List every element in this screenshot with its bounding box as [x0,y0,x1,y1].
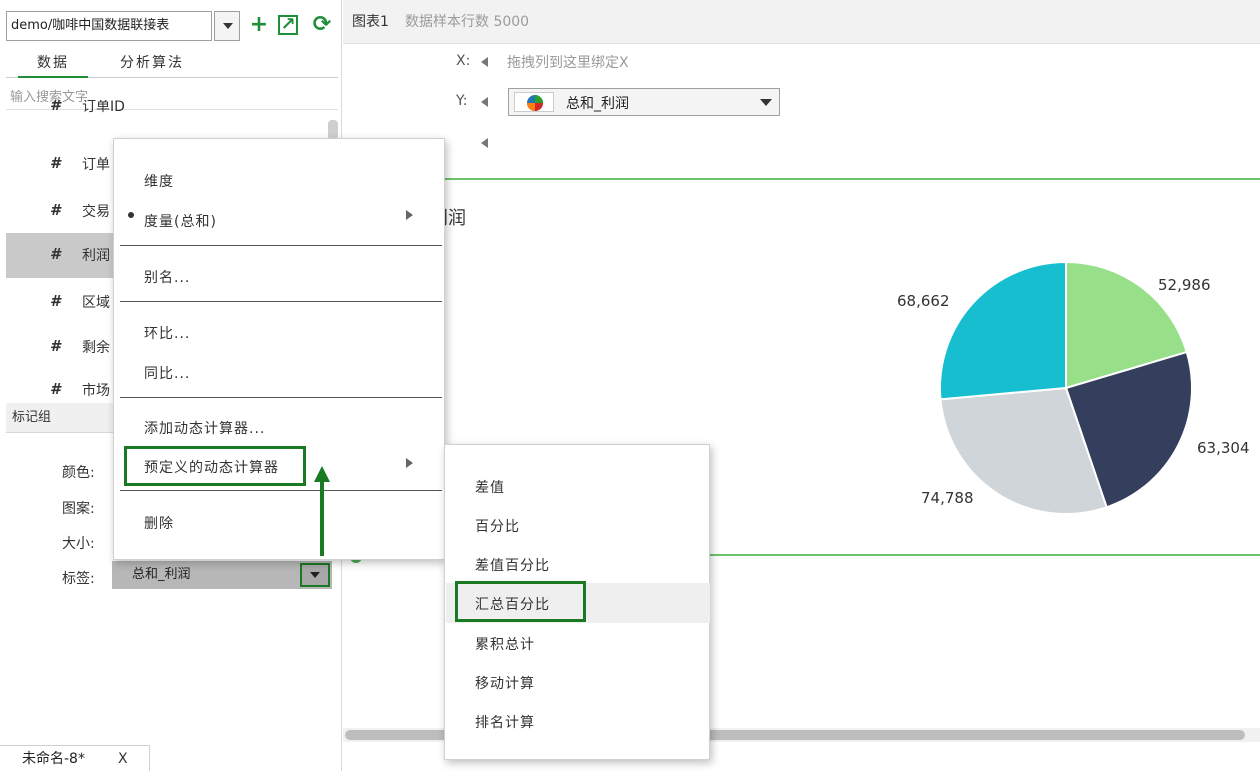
measure-icon: # [50,337,61,355]
close-icon[interactable]: X [118,746,128,771]
measure-icon: # [50,100,61,114]
pie-label: 63,304 [1197,439,1250,457]
submenu-item-diff-percent[interactable]: 差值百分比 [475,555,550,575]
label-dropdown-arrow[interactable] [300,563,330,587]
menu-item-yoy[interactable]: 同比... [144,363,190,383]
menu-item-alias[interactable]: 别名... [144,267,190,287]
datasource-dropdown-arrow[interactable] [214,11,240,41]
menu-separator [120,245,442,246]
chart-frame-top [343,178,1260,180]
selected-dot-icon [128,212,134,218]
pie-chart-icon [514,92,554,112]
tab-worksheet[interactable]: 未命名-8* X [0,745,150,771]
annotation-arrow [320,480,324,556]
highlight-box [455,581,586,622]
x-collapse-icon[interactable] [481,57,488,67]
field-list-scrollbar[interactable] [328,120,338,140]
tab-worksheet-label: 未命名-8* [22,751,85,767]
row3-collapse-icon[interactable] [481,138,488,148]
arrow-up-icon [314,466,330,482]
menu-item-measure[interactable]: 度量(总和) [144,211,217,231]
add-icon[interactable]: + [246,12,272,38]
menu-item-dimension[interactable]: 维度 [144,171,174,191]
pattern-label: 图案: [62,501,95,517]
menu-item-add-calculator[interactable]: 添加动态计算器... [144,418,265,438]
pie-label: 52,986 [1158,276,1211,294]
menu-separator [120,490,442,491]
field-item[interactable]: # 订单ID [6,100,326,120]
refresh-icon[interactable]: ⟳ [309,12,335,38]
submenu-item-cumulative[interactable]: 累积总计 [475,634,535,654]
color-label: 颜色: [62,465,95,481]
menu-item-delete[interactable]: 删除 [144,513,174,533]
menu-separator [120,301,442,302]
left-tabs: 数据 分析算法 [6,50,338,78]
submenu-item-rank[interactable]: 排名计算 [475,712,535,732]
datasource-select[interactable]: demo/咖啡中国数据联接表 [6,11,212,41]
x-axis-label: X: [456,53,471,69]
y-collapse-icon[interactable] [481,97,488,107]
measure-icon: # [50,154,61,172]
chevron-down-icon[interactable] [760,99,772,106]
tab-data[interactable]: 数据 [18,50,88,78]
pie-slice[interactable] [939,260,1067,401]
menu-item-mom[interactable]: 环比... [144,323,190,343]
submenu-arrow-icon [406,458,413,468]
label-field-select[interactable]: 总和_利润 [112,561,332,589]
x-drop-zone[interactable]: 拖拽列到这里绑定X [507,52,629,72]
submenu-item-moving[interactable]: 移动计算 [475,673,535,693]
label-label: 标签: [62,571,95,587]
measure-icon: # [50,201,61,219]
sample-rows: 数据样本行数 5000 [405,14,530,30]
pie-label: 74,788 [921,489,974,507]
size-label: 大小: [62,536,95,552]
measure-icon: # [50,245,61,263]
tab-analysis-algorithm[interactable]: 分析算法 [102,50,202,78]
highlight-box [124,446,306,486]
measure-icon: # [50,292,61,310]
menu-separator [120,397,442,398]
chart-name: 图表1 [352,14,389,30]
pie-label: 68,662 [897,292,950,310]
submenu-arrow-icon [406,210,413,220]
submenu-item-percent[interactable]: 百分比 [475,516,520,536]
open-new-icon[interactable]: ↗ [278,15,298,35]
submenu-item-diff[interactable]: 差值 [475,477,505,497]
context-menu: 维度 度量(总和) 别名... 环比... 同比... 添加动态计算器... 预… [113,138,445,560]
measure-icon: # [50,380,61,398]
y-field-value: 总和_利润 [566,96,629,112]
y-axis-label: Y: [456,93,468,109]
